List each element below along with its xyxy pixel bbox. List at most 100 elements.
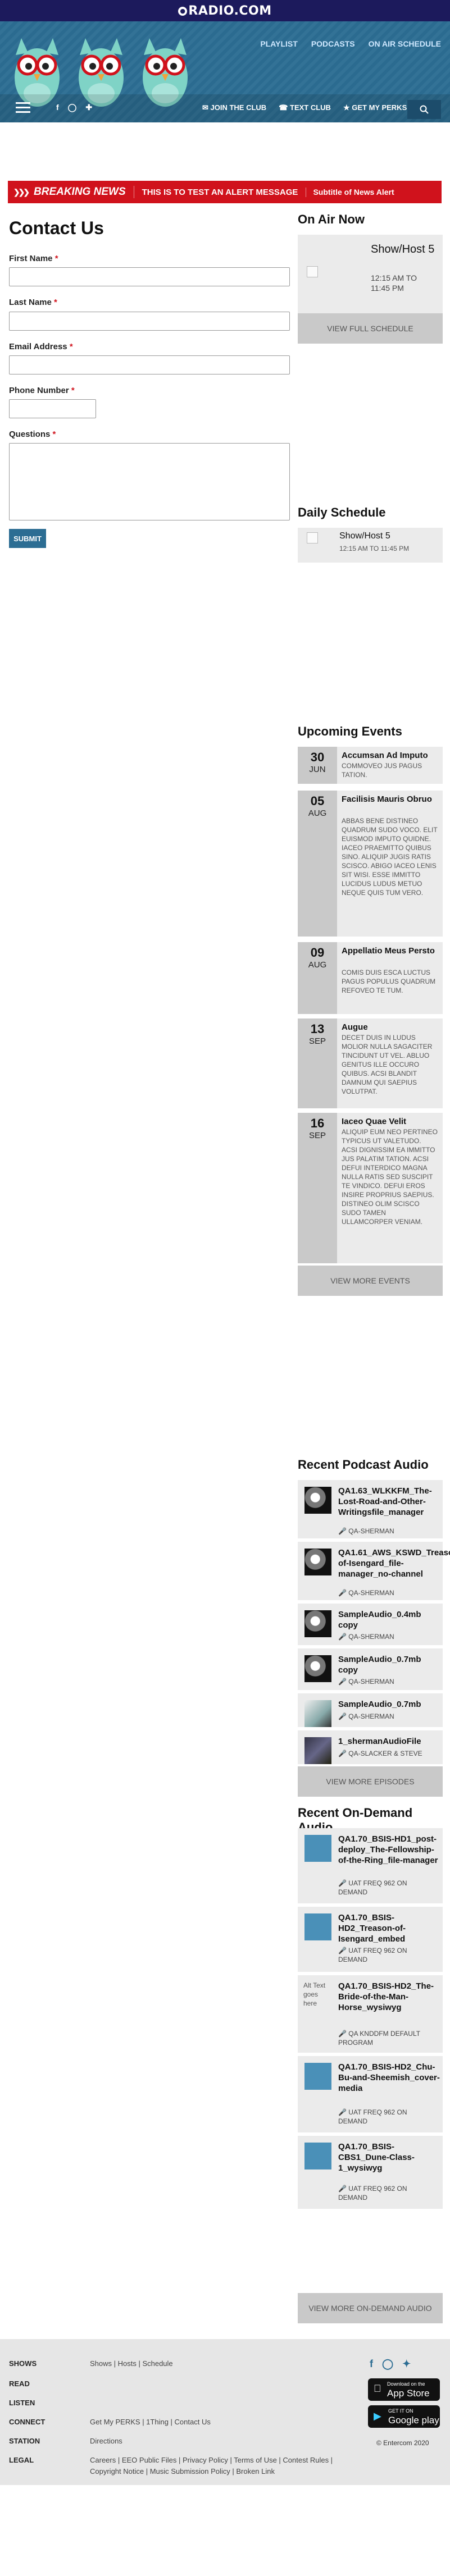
get-perks-link[interactable]: ★ GET MY PERKS [343,103,407,112]
facebook-icon[interactable]: f [56,103,59,112]
text-club-link[interactable]: ☎ TEXT CLUB [279,103,331,112]
footer-label-station: STATION [9,2437,40,2445]
ondemand-item[interactable]: QA1.70_BSIS-HD2_Chu-Bu-and-Sheemish_cove… [298,2056,443,2132]
event-desc: COMIS DUIS ESCA LUCTUS PAGUS POPULUS QUA… [342,969,436,994]
search-button[interactable] [407,100,441,119]
instagram-icon[interactable]: ◯ [68,103,77,112]
nav-podcasts-link[interactable]: PODCASTS [311,39,355,48]
first-name-input[interactable] [9,267,290,286]
ondemand-item[interactable]: Alt Text goes here QA1.70_BSIS-HD2_The-B… [298,1975,443,2053]
ondemand-thumbnail [304,1913,331,1940]
ondemand-title: QA1.70_BSIS-HD2_Treason-of-Isengard_embe… [338,1913,406,1944]
ondemand-author: 🎤 UAT FREQ 962 ON DEMAND [338,1947,407,1963]
ondemand-title: QA1.70_BSIS-HD2_Chu-Bu-and-Sheemish_cove… [338,2062,440,2093]
footer-links-legal[interactable]: Careers | EEO Public Files | Privacy Pol… [90,2455,354,2477]
event-date: 13 SEP [298,1018,337,1108]
event-item[interactable]: 09 AUG Appellatio Meus Persto COMIS DUIS … [298,942,443,1014]
podcast-title: SampleAudio_0.4mb copy [338,1610,421,1630]
radio-logo[interactable]: ● RADIO.COM [178,4,271,18]
submit-button[interactable]: SUBMIT [9,529,46,548]
email-input[interactable] [9,355,290,374]
footer-label-read[interactable]: READ [9,2379,30,2388]
view-full-schedule-button[interactable]: VIEW FULL SCHEDULE [298,313,443,344]
ondemand-title: QA1.70_BSIS-HD2_The-Bride-of-the-Man-Hor… [338,1981,434,2012]
mic-icon: 🎤 [338,1678,347,1686]
mic-icon: 🎤 [338,1589,347,1597]
podcast-title: QA1.61_AWS_KSWD_Treason-of-Isengard_file… [338,1548,450,1579]
footer-social: f ◯ ✦ [370,2358,411,2370]
last-name-input[interactable] [9,312,290,331]
footer-links-station[interactable]: Directions [90,2436,122,2447]
mic-icon: 🎤 [338,1879,347,1887]
on-air-time: 12:15 AM TO 11:45 PM [371,273,417,293]
ondemand-thumbnail [304,1835,331,1862]
podcast-author: 🎤 QA-SHERMAN [338,1527,394,1535]
mic-icon: 🎤 [338,1947,347,1954]
mic-icon: 🎤 [338,2030,347,2038]
podcast-item[interactable]: QA1.63_WLKKFM_The-Lost-Road-and-Other-Wr… [298,1480,443,1538]
mic-icon: 🎤 [338,1712,347,1720]
app-store-badge[interactable]:  Download on the App Store [368,2378,440,2401]
phone-input[interactable] [9,399,96,418]
show-image [307,266,318,277]
instagram-icon[interactable]: ◯ [382,2358,393,2370]
ondemand-item[interactable]: QA1.70_BSIS-CBS1_Dune-Class-1_wysiwyg 🎤 … [298,2136,443,2209]
daily-schedule-item[interactable]: Show/Host 5 12:15 AM TO 11:45 PM [298,528,443,563]
podcast-author: 🎤 QA-SHERMAN [338,1589,394,1597]
event-item[interactable]: 05 AUG Facilisis Mauris Obruo ABBAS BENE … [298,791,443,937]
first-name-label: First Name * [9,254,58,263]
event-item[interactable]: 30 JUN Accumsan Ad Imputo COMMOVEO JUS PA… [298,747,443,784]
breaking-news-label: BREAKING NEWS [34,186,134,198]
podcast-item[interactable]: SampleAudio_0.7mb 🎤 QA-SHERMAN [298,1693,443,1727]
plus-icon[interactable]: ✚ [85,103,92,112]
nav-playlist-link[interactable]: PLAYLIST [260,39,297,48]
podcast-thumbnail [304,1655,331,1682]
google-play-icon: ▶ [374,2410,381,2422]
view-more-episodes-button[interactable]: VIEW MORE EPISODES [298,1766,443,1797]
view-more-ondemand-button[interactable]: VIEW MORE ON-DEMAND AUDIO [298,2293,443,2323]
footer-links-connect[interactable]: Get My PERKS | 1Thing | Contact Us [90,2417,211,2428]
podcast-title: SampleAudio_0.7mb copy [338,1655,421,1675]
view-more-events-button[interactable]: VIEW MORE EVENTS [298,1266,443,1296]
nav-on-air-schedule-link[interactable]: ON AIR SCHEDULE [369,39,441,48]
podcast-thumbnail [304,1549,331,1575]
logo-mark-icon: ● [178,6,188,16]
mic-icon: 🎤 [338,1750,347,1757]
event-date: 09 AUG [298,942,337,1014]
ondemand-author: 🎤 UAT FREQ 962 ON DEMAND [338,2108,407,2125]
google-play-badge[interactable]: ▶ GET IT ON Google play [368,2405,440,2428]
ondemand-item[interactable]: QA1.70_BSIS-HD2_Treason-of-Isengard_embe… [298,1907,443,1972]
ondemand-thumbnail [304,2063,331,2090]
email-label: Email Address * [9,342,73,351]
footer-label-legal: LEGAL [9,2456,34,2464]
facebook-icon[interactable]: f [370,2358,373,2370]
podcast-item[interactable]: 1_shermanAudioFile 🎤 QA-SLACKER & STEVE [298,1730,443,1764]
perks-links: ✉ JOIN THE CLUB ☎ TEXT CLUB ★ GET MY PER… [202,103,407,112]
breaking-news-alert[interactable]: ❯❯❯ BREAKING NEWS THIS IS TO TEST AN ALE… [8,181,442,203]
header-nav: PLAYLIST PODCASTS ON AIR SCHEDULE [260,39,441,48]
event-item[interactable]: 13 SEP Augue DECET DUIS IN LUDUS MOLIOR N… [298,1018,443,1108]
join-club-link[interactable]: ✉ JOIN THE CLUB [202,103,266,112]
podcast-title: 1_shermanAudioFile [338,1737,421,1746]
podcast-author: 🎤 QA-SLACKER & STEVE [338,1750,422,1757]
menu-hamburger-icon[interactable] [16,102,30,113]
search-icon [420,105,429,114]
mic-icon: 🎤 [338,2108,347,2116]
twitter-icon[interactable]: ✦ [402,2358,411,2370]
alert-subtitle: Subtitle of News Alert [313,188,394,197]
podcast-item[interactable]: SampleAudio_0.7mb copy 🎤 QA-SHERMAN [298,1648,443,1690]
podcast-title: SampleAudio_0.7mb [338,1700,421,1709]
ondemand-author: 🎤 UAT FREQ 962 ON DEMAND [338,1879,407,1896]
event-desc: COMMOVEO JUS PAGUS TATION. [342,762,422,779]
event-title: Iaceo Quae Velit [342,1117,407,1126]
podcast-item[interactable]: QA1.61_AWS_KSWD_Treason-of-Isengard_file… [298,1542,450,1600]
footer-links-shows[interactable]: Shows | Hosts | Schedule [90,2358,173,2369]
event-item[interactable]: 16 SEP Iaceo Quae Velit ALIQUIP EUM NEO P… [298,1113,443,1263]
ondemand-item[interactable]: QA1.70_BSIS-HD1_post-deploy_The-Fellowsh… [298,1828,443,1903]
ondemand-title: QA1.70_BSIS-CBS1_Dune-Class-1_wysiwyg [338,2142,415,2173]
podcast-item[interactable]: SampleAudio_0.4mb copy 🎤 QA-SHERMAN [298,1604,443,1645]
event-date: 16 SEP [298,1113,337,1263]
questions-textarea[interactable] [9,443,290,520]
footer-label-listen[interactable]: LISTEN [9,2399,35,2407]
podcast-author: 🎤 QA-SHERMAN [338,1712,394,1720]
